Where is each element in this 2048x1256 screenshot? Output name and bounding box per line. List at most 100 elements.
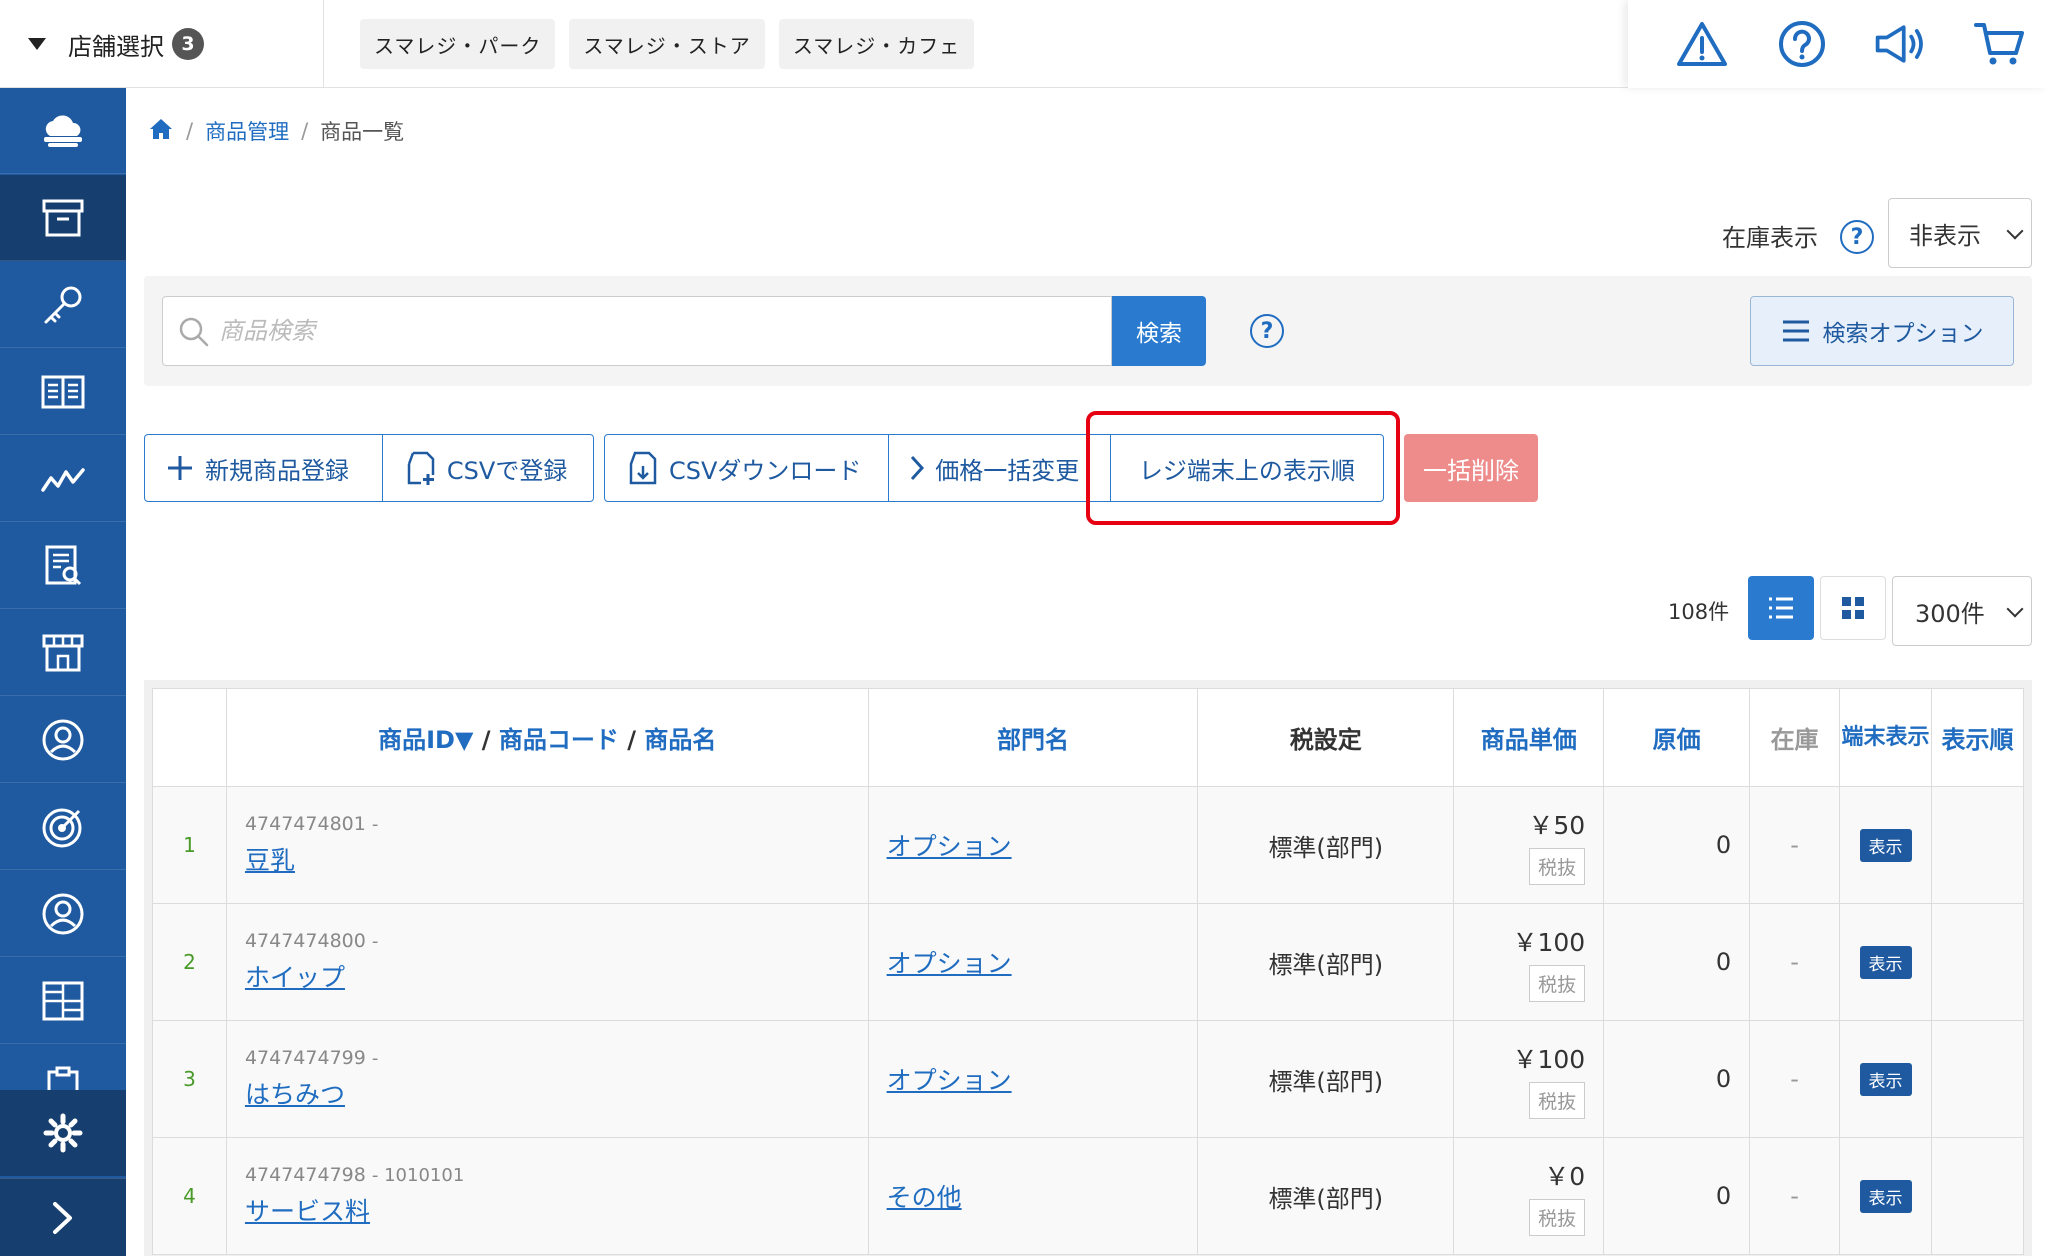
breadcrumb-current: 商品一覧 [320, 120, 405, 144]
header-display-order[interactable]: 表示順 [1931, 688, 2024, 787]
product-id: 4747474800 [244, 930, 366, 952]
sidebar-item-book[interactable] [0, 349, 126, 435]
product-name-link[interactable]: 豆乳 [245, 846, 295, 875]
file-download-icon [625, 450, 659, 486]
product-name-link[interactable]: サービス料 [245, 1197, 370, 1226]
product-id-code: 4747474801 - [245, 813, 868, 835]
report-icon [45, 545, 82, 585]
product-id-code: 4747474798 - 1010101 [245, 1164, 868, 1186]
search-button[interactable]: 検索 [1112, 296, 1206, 366]
sidebar-item-apps[interactable] [0, 958, 126, 1044]
product-cell: 4747474799 - はちみつ [225, 1020, 869, 1138]
store-tabs: スマレジ・パーク スマレジ・ストア スマレジ・カフェ [360, 19, 975, 69]
cost-value: 0 [1603, 786, 1751, 904]
header-separator: / [618, 726, 645, 754]
stock-display-label: 在庫表示 [1722, 224, 1818, 252]
header-terminal-display[interactable]: 端末表示 [1839, 688, 1932, 787]
department-link[interactable]: オプション [887, 832, 1012, 861]
product-name-link[interactable]: はちみつ [245, 1080, 345, 1109]
grid-view-button[interactable] [1820, 576, 1886, 640]
header-product-name[interactable]: 商品名 [644, 726, 716, 754]
bulk-delete-button[interactable]: 一括削除 [1404, 434, 1538, 502]
department-link[interactable]: オプション [887, 949, 1012, 978]
csv-download-button[interactable]: CSVダウンロード [605, 435, 888, 501]
row-number: 3 [152, 1020, 227, 1138]
csv-register-button[interactable]: CSVで登録 [381, 435, 593, 501]
megaphone-icon[interactable] [1872, 16, 1928, 72]
sidebar-item-report[interactable] [0, 523, 126, 609]
warning-icon[interactable] [1674, 16, 1730, 72]
header-stock: 在庫 [1749, 688, 1841, 787]
header-product-id[interactable]: 商品ID▼ [378, 726, 473, 754]
price-cell: ￥100 税抜 [1453, 903, 1605, 1021]
new-product-button[interactable]: 新規商品登録 [145, 435, 382, 501]
header-product-code[interactable]: 商品コード [499, 726, 619, 754]
bulk-price-change-button[interactable]: 価格一括変更 [888, 435, 1109, 501]
breadcrumb-product-management[interactable]: 商品管理 [205, 116, 289, 146]
header-department[interactable]: 部門名 [867, 688, 1199, 787]
help-icon[interactable] [1774, 16, 1830, 72]
department-cell: オプション [867, 1020, 1199, 1138]
store-tab-park[interactable]: スマレジ・パーク [360, 19, 556, 69]
header-cost[interactable]: 原価 [1603, 688, 1751, 787]
menu-icon [1782, 320, 1809, 342]
terminal-display-cell: 表示 [1839, 1020, 1932, 1138]
search-input[interactable] [162, 296, 1112, 366]
book-icon [41, 375, 85, 408]
breadcrumb-separator: / [186, 119, 194, 143]
table-row: 4 4747474798 - 1010101 サービス料 その他 標準(部門) … [152, 1137, 2024, 1255]
store-select-dropdown[interactable]: 店舗選択 3 [0, 0, 324, 88]
store-select-label: 店舗選択 [68, 32, 164, 61]
cart-icon[interactable] [1972, 16, 2028, 72]
department-link[interactable]: その他 [887, 1183, 962, 1212]
stock-value: - [1749, 1137, 1841, 1255]
store-tab-cafe[interactable]: スマレジ・カフェ [778, 19, 975, 69]
search-options-button[interactable]: 検索オプション [1750, 296, 2014, 366]
top-bar: 店舗選択 3 スマレジ・パーク スマレジ・ストア スマレジ・カフェ [0, 0, 2048, 88]
display-badge: 表示 [1859, 945, 1912, 979]
sidebar-item-analytics[interactable] [0, 436, 126, 522]
stock-value: - [1749, 903, 1841, 1021]
sidebar-expand-button[interactable] [0, 1178, 126, 1256]
list-view-button[interactable] [1748, 576, 1814, 640]
display-order-cell [1931, 1137, 2024, 1255]
search-options-label: 検索オプション [1822, 321, 1984, 347]
price-amount: ￥0 [1544, 1161, 1586, 1191]
stock-display-select[interactable]: 非表示 [1888, 198, 2032, 268]
header-price[interactable]: 商品単価 [1453, 688, 1605, 787]
product-name-link[interactable]: ホイップ [245, 963, 345, 992]
per-page-select[interactable]: 300件 [1892, 576, 2032, 646]
top-icon-bar [1628, 0, 2048, 88]
sidebar-item-customer[interactable] [0, 871, 126, 957]
department-link[interactable]: オプション [887, 1066, 1012, 1095]
search-help-icon[interactable]: ? [1250, 314, 1284, 348]
settings-button[interactable] [0, 1090, 126, 1176]
stock-help-icon[interactable]: ? [1840, 220, 1874, 254]
row-number: 4 [152, 1137, 227, 1255]
sidebar-item-key[interactable] [0, 262, 126, 348]
header-id-code-name[interactable]: 商品ID▼ / 商品コード / 商品名 [225, 688, 869, 787]
sidebar-item-staff[interactable] [0, 697, 126, 783]
price-amount: ￥50 [1528, 810, 1586, 840]
row-number: 2 [152, 903, 227, 1021]
cost-value: 0 [1603, 1020, 1751, 1138]
price-cell: ￥0 税抜 [1453, 1137, 1605, 1255]
tax-excluded-tag: 税抜 [1529, 964, 1586, 1002]
product-id: 4747474798 [244, 1164, 366, 1186]
sidebar-item-target[interactable] [0, 784, 126, 870]
home-icon[interactable] [148, 117, 174, 146]
sidebar-item-cloud[interactable] [0, 88, 126, 174]
csv-download-label: CSVダウンロード [669, 456, 862, 485]
grid-icon [42, 981, 84, 1020]
sidebar-item-products[interactable] [0, 175, 126, 261]
header-separator: / [473, 726, 499, 754]
bulk-price-change-label: 価格一括変更 [935, 456, 1080, 485]
search-icon [178, 316, 210, 352]
table-row: 2 4747474800 - ホイップ オプション 標準(部門) ￥100 税抜 … [152, 903, 2024, 1021]
store-tab-store[interactable]: スマレジ・ストア [569, 19, 765, 69]
chevron-down-icon [2006, 600, 2024, 618]
stock-value: - [1749, 786, 1841, 904]
user-icon [42, 719, 84, 760]
product-code: - [371, 1048, 379, 1069]
sidebar-item-store[interactable] [0, 610, 126, 696]
